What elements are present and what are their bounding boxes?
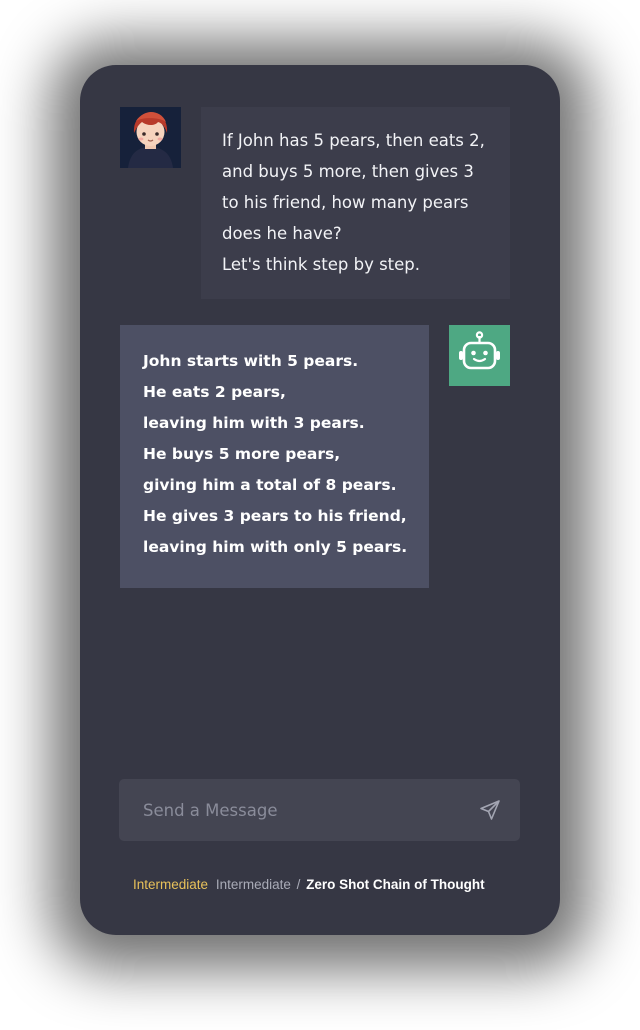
bot-message-line: He buys 5 more pears,	[143, 445, 341, 463]
user-message-line: to his friend, how many pears	[222, 193, 469, 212]
user-message-line: If John has 5 pears, then eats 2,	[222, 131, 485, 150]
user-message-line: and buys 5 more, then gives 3	[222, 162, 474, 181]
user-avatar-icon	[120, 107, 181, 168]
message-input[interactable]	[119, 779, 459, 841]
bot-message-line: He eats 2 pears,	[143, 383, 286, 401]
user-message-bubble: If John has 5 pears, then eats 2, and bu…	[201, 107, 510, 299]
bot-message-bubble: John starts with 5 pears. He eats 2 pear…	[120, 325, 429, 588]
user-message-line: does he have?	[222, 224, 342, 243]
send-button[interactable]	[478, 798, 502, 822]
bot-message-line: He gives 3 pears to his friend,	[143, 507, 407, 525]
user-message-line: Let's think step by step.	[222, 255, 421, 274]
breadcrumb-section[interactable]: Intermediate	[216, 877, 291, 892]
robot-icon	[459, 331, 500, 370]
difficulty-level-label[interactable]: Intermediate	[133, 877, 208, 892]
breadcrumb: Intermediate Intermediate / Zero Shot Ch…	[133, 877, 485, 892]
user-avatar-illustration	[120, 107, 181, 168]
bot-message-line: John starts with 5 pears.	[143, 352, 359, 370]
send-icon	[480, 800, 500, 820]
bot-message-line: leaving him with only 5 pears.	[143, 538, 408, 556]
bot-avatar	[449, 325, 510, 386]
breadcrumb-current-page: Zero Shot Chain of Thought	[306, 877, 485, 892]
breadcrumb-separator: /	[296, 877, 301, 892]
chat-panel: If John has 5 pears, then eats 2, and bu…	[80, 65, 560, 935]
message-composer	[119, 779, 520, 841]
bot-message-line: leaving him with 3 pears.	[143, 414, 365, 432]
bot-message-line: giving him a total of 8 pears.	[143, 476, 397, 494]
